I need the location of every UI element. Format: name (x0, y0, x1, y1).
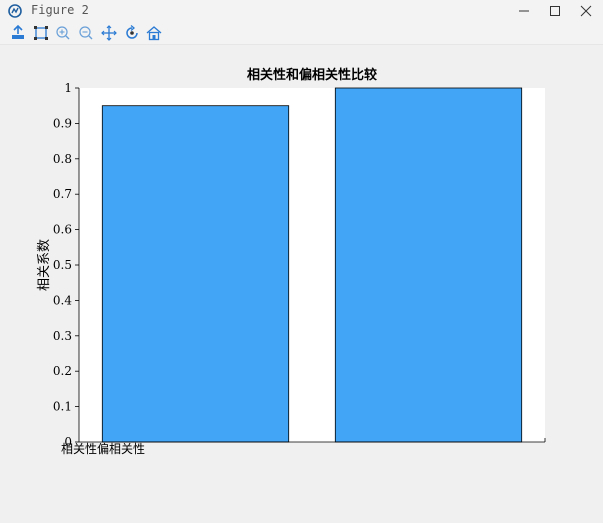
toolbar (0, 22, 603, 45)
maximize-icon (550, 6, 560, 16)
home-button[interactable] (145, 24, 163, 42)
bar-chart: 00.10.20.30.40.50.60.70.80.91 相关性和偏相关性比较… (37, 67, 546, 456)
rotate-button[interactable] (123, 24, 141, 42)
rotate-icon (126, 25, 138, 39)
x-tick-label: 相关性偏相关性 (61, 441, 145, 456)
y-tick-label: 0.9 (53, 116, 72, 130)
save-icon (12, 24, 24, 39)
y-tick-label: 0.1 (53, 400, 72, 414)
home-icon (146, 26, 162, 41)
y-tick-label: 0.4 (53, 293, 72, 307)
bar-1 (101, 105, 290, 443)
y-tick-label: 1 (64, 81, 72, 95)
y-tick-label: 0.7 (53, 187, 72, 201)
pan-icon (101, 25, 117, 41)
save-button[interactable] (9, 24, 27, 42)
zoom-in-button[interactable] (54, 24, 72, 42)
maximize-button[interactable] (540, 0, 570, 22)
y-tick-label: 0.5 (53, 258, 72, 272)
y-axis-label: 相关系数 (37, 239, 52, 291)
subplots-button[interactable] (32, 24, 50, 42)
minimize-button[interactable] (509, 0, 539, 22)
pan-button[interactable] (100, 24, 118, 42)
y-tick-label: 0.2 (53, 364, 72, 378)
zoom-out-button[interactable] (77, 24, 95, 42)
chart-title: 相关性和偏相关性比较 (247, 67, 377, 83)
close-button[interactable] (571, 0, 601, 22)
minimize-icon (519, 10, 529, 12)
y-tick-label: 0.3 (53, 329, 72, 343)
close-icon (580, 5, 592, 17)
subplots-icon (34, 26, 48, 40)
title-bar: Figure 2 (0, 0, 603, 22)
zoom-in-icon (56, 26, 70, 40)
window-title: Figure 2 (31, 3, 89, 17)
figure-canvas[interactable]: 0 0.1 0.2 0.3 0.4 0.5 0.6 0.7 0.8 0.9 1 相关性和偏相关性比较… (0, 45, 603, 519)
zoom-out-icon (79, 26, 93, 40)
matplotlib-icon (8, 4, 22, 18)
bar-2 (334, 87, 523, 443)
y-tick-label: 0.8 (53, 152, 72, 166)
y-tick-label: 0.6 (53, 223, 72, 237)
